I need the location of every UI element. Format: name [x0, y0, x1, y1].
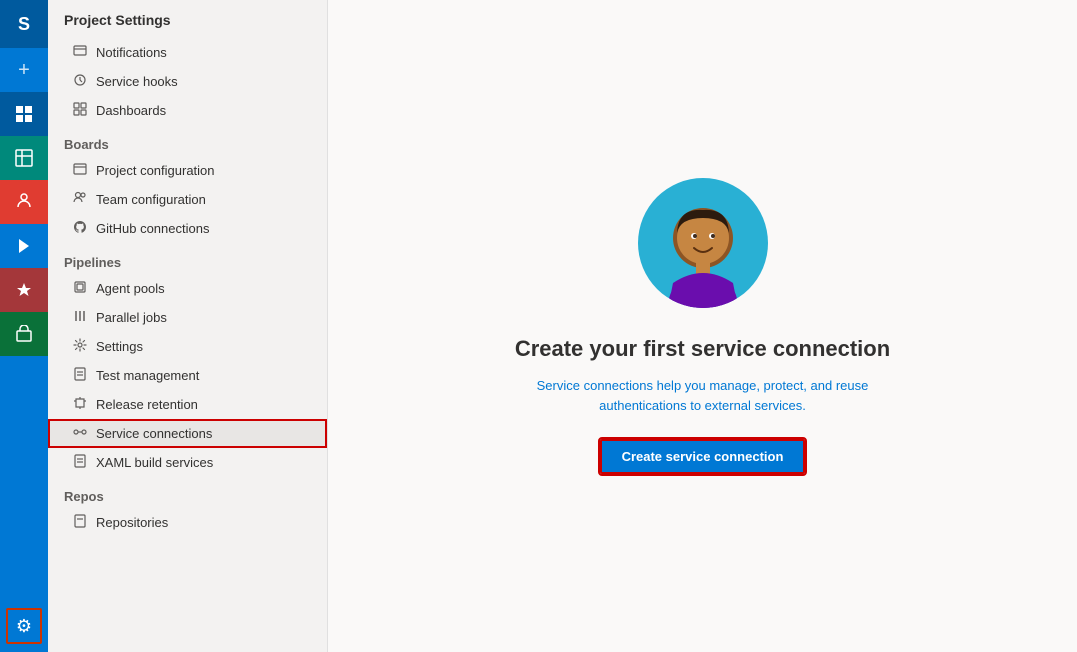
- release-retention-icon: [72, 396, 88, 413]
- main-title: Create your first service connection: [515, 336, 890, 362]
- project-config-label: Project configuration: [96, 163, 311, 178]
- avatar-illustration: [638, 178, 768, 308]
- activity-bar-top: S +: [0, 0, 48, 608]
- service-hooks-icon: [72, 73, 88, 90]
- team-config-icon: [72, 191, 88, 208]
- app-logo[interactable]: S: [0, 0, 48, 48]
- sidebar-item-project-config[interactable]: Project configuration: [48, 156, 327, 185]
- sidebar-item-github[interactable]: GitHub connections: [48, 214, 327, 243]
- agent-pools-icon: [72, 280, 88, 297]
- artifacts-nav-icon[interactable]: [0, 312, 48, 356]
- activity-bar-bottom: ⚙: [6, 608, 42, 652]
- agent-pools-label: Agent pools: [96, 281, 311, 296]
- main-content: Create your first service connection Ser…: [328, 0, 1077, 652]
- sidebar-header: Project Settings: [48, 0, 327, 38]
- home-nav-icon[interactable]: [0, 92, 48, 136]
- xaml-build-icon: [72, 454, 88, 471]
- sidebar-item-agent-pools[interactable]: Agent pools: [48, 274, 327, 303]
- sidebar-item-service-hooks[interactable]: Service hooks: [48, 67, 327, 96]
- release-retention-label: Release retention: [96, 397, 311, 412]
- sidebar-item-repositories[interactable]: Repositories: [48, 508, 327, 537]
- sidebar-item-service-connections[interactable]: Service connections: [48, 419, 327, 448]
- project-config-icon: [72, 162, 88, 179]
- sidebar-item-parallel-jobs[interactable]: Parallel jobs: [48, 303, 327, 332]
- add-icon[interactable]: +: [0, 48, 48, 92]
- repositories-label: Repositories: [96, 515, 311, 530]
- sidebar-item-notifications[interactable]: Notifications: [48, 38, 327, 67]
- pipelines-nav-icon[interactable]: [0, 224, 48, 268]
- sidebar-item-xaml-build[interactable]: XAML build services: [48, 448, 327, 477]
- sidebar-item-settings[interactable]: Settings: [48, 332, 327, 361]
- test-management-icon: [72, 367, 88, 384]
- dashboards-icon: [72, 102, 88, 119]
- dashboards-label: Dashboards: [96, 103, 311, 118]
- section-pipelines: Pipelines: [48, 243, 327, 274]
- sidebar-item-team-config[interactable]: Team configuration: [48, 185, 327, 214]
- repos-nav-icon[interactable]: [0, 180, 48, 224]
- repositories-icon: [72, 514, 88, 531]
- xaml-build-label: XAML build services: [96, 455, 311, 470]
- sidebar-item-dashboards[interactable]: Dashboards: [48, 96, 327, 125]
- notifications-icon: [72, 44, 88, 61]
- service-hooks-label: Service hooks: [96, 74, 311, 89]
- service-connections-label: Service connections: [96, 426, 311, 441]
- testplans-nav-icon[interactable]: [0, 268, 48, 312]
- notifications-label: Notifications: [96, 45, 311, 60]
- create-service-connection-button[interactable]: Create service connection: [600, 439, 806, 474]
- main-description: Service connections help you manage, pro…: [493, 376, 913, 415]
- team-config-label: Team configuration: [96, 192, 311, 207]
- parallel-jobs-label: Parallel jobs: [96, 310, 311, 325]
- github-connections-label: GitHub connections: [96, 221, 311, 236]
- settings-icon: [72, 338, 88, 355]
- boards-nav-icon[interactable]: [0, 136, 48, 180]
- service-connections-icon: [72, 425, 88, 442]
- section-repos: Repos: [48, 477, 327, 508]
- sidebar: Project Settings Notifications Service h…: [48, 0, 328, 652]
- settings-label: Settings: [96, 339, 311, 354]
- parallel-jobs-icon: [72, 309, 88, 326]
- test-management-label: Test management: [96, 368, 311, 383]
- settings-gear-icon[interactable]: ⚙: [6, 608, 42, 644]
- activity-bar: S + ⚙: [0, 0, 48, 652]
- sidebar-item-release-retention[interactable]: Release retention: [48, 390, 327, 419]
- sidebar-item-test-management[interactable]: Test management: [48, 361, 327, 390]
- section-boards: Boards: [48, 125, 327, 156]
- github-icon: [72, 220, 88, 237]
